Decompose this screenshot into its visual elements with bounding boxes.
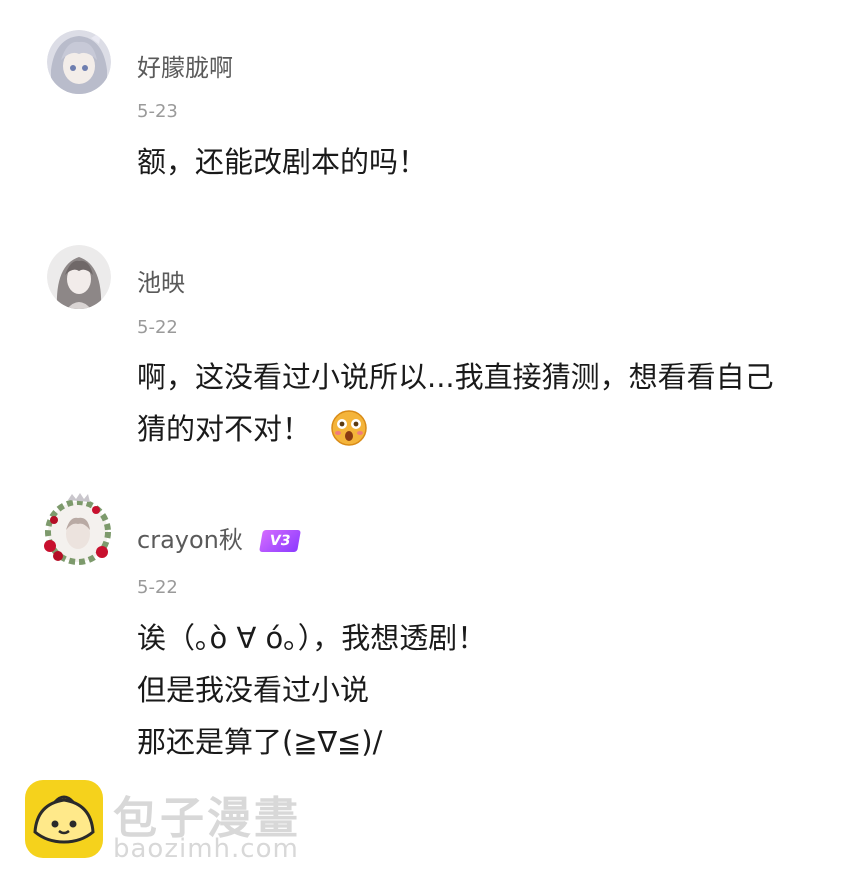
- comment-date: 5-23: [137, 101, 178, 122]
- username[interactable]: crayon秋: [137, 526, 243, 554]
- vip-level-badge: V3: [258, 530, 301, 552]
- user-avatar[interactable]: [47, 245, 111, 309]
- flower-wreath-avatar-icon: [44, 493, 111, 565]
- user-avatar[interactable]: [47, 30, 111, 94]
- watermark-url: baozimh.com: [113, 834, 299, 864]
- site-watermark: 包子漫畫 baozimh.com: [25, 778, 365, 868]
- comment-line: 但是我没看过小说: [137, 673, 370, 707]
- username-row: crayon秋 V3: [137, 520, 301, 555]
- comment-line-wrap: 猜的对不对！: [137, 403, 774, 455]
- portrait-avatar-icon: [47, 245, 111, 309]
- anime-girl-avatar-icon: [47, 30, 111, 94]
- comment-body: 额，还能改剧本的吗！: [137, 136, 427, 188]
- username[interactable]: 池映: [137, 263, 185, 298]
- shocked-face-emoji-icon: [330, 408, 368, 446]
- comment-line: 额，还能改剧本的吗！: [137, 145, 428, 179]
- comment-body: 啊，这没看过小说所以...我直接猜测，想看看自己 猜的对不对！: [137, 351, 774, 455]
- comment-line: 猜的对不对！: [137, 412, 312, 446]
- comment-line: 啊，这没看过小说所以...我直接猜测，想看看自己: [137, 360, 774, 394]
- comment-date: 5-22: [137, 577, 178, 598]
- comment-body: 诶（｡ò ∀ ó｡），我想透剧！ 但是我没看过小说 那还是算了(≧∇≦)/: [137, 612, 486, 768]
- comment-date: 5-22: [137, 317, 178, 338]
- comment-line: 诶（｡ò ∀ ó｡），我想透剧！: [137, 621, 487, 655]
- bun-logo-icon: [25, 780, 103, 858]
- comment-line: 那还是算了(≧∇≦)/: [137, 725, 383, 759]
- user-avatar[interactable]: [38, 490, 118, 570]
- username[interactable]: 好朦胧啊: [137, 48, 233, 83]
